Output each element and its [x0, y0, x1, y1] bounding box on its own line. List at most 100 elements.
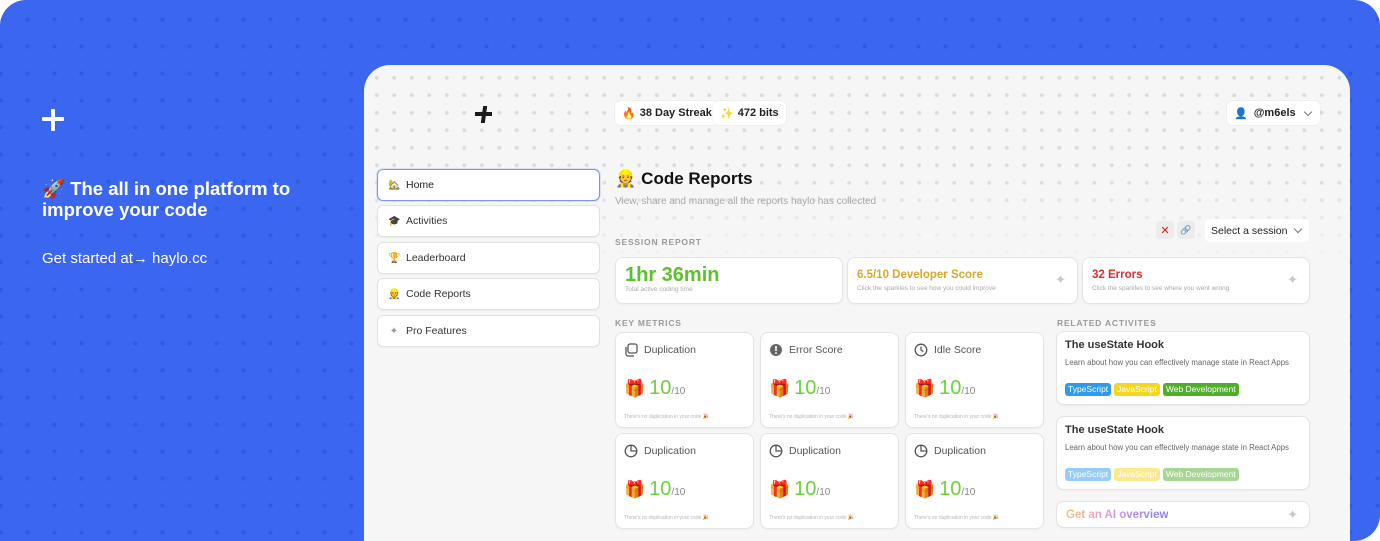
metric-label: Duplication: [644, 344, 696, 356]
tag-web-development[interactable]: Web Development: [1162, 468, 1239, 481]
tag-javascript[interactable]: JavaScript: [1114, 383, 1160, 396]
metric-card[interactable]: Error Score 🎁 10/10 There's no duplicatio…: [760, 332, 899, 428]
sidebar-item-home[interactable]: 🏡 Home: [377, 169, 600, 201]
stat-card-errors: 32 Errors Click the sparkles to see wher…: [1082, 257, 1310, 304]
metric-note: There's no duplication in your code 🎉: [914, 515, 1000, 521]
metric-card[interactable]: Duplication 🎁 10/10 There's no duplicatio…: [615, 332, 754, 428]
promo-background: 🚀 The all in one platform to improve you…: [0, 0, 1380, 541]
metric-score: 10: [939, 377, 962, 399]
metric-note: There's no duplication in your code 🎉: [624, 414, 710, 420]
metric-card[interactable]: Duplication 🎁 10/10 There's no duplicatio…: [905, 433, 1044, 529]
metric-note: There's no duplication in your code 🎉: [624, 515, 710, 521]
sidebar-item-label: Activities: [406, 215, 448, 227]
metric-max: /10: [816, 386, 831, 397]
gift-icon: 🎁: [624, 480, 646, 499]
pie-chart-icon: [914, 444, 928, 458]
metric-label: Error Score: [789, 344, 843, 356]
sidebar-item-label: Leaderboard: [406, 252, 466, 264]
link-icon[interactable]: 🔗: [1177, 221, 1195, 239]
session-select[interactable]: Select a session: [1205, 219, 1309, 242]
sparkles-icon: ✦: [1287, 507, 1298, 522]
fire-icon: 🔥: [622, 107, 636, 120]
streak-badge[interactable]: 🔥 38 Day Streak: [615, 101, 719, 125]
activity-description: Learn about how you can effectively mana…: [1065, 443, 1289, 452]
app-window: 🔥 38 Day Streak ✨ 472 bits 👤 @m6els 🏡 Ho…: [364, 65, 1350, 541]
promo-headline: 🚀 The all in one platform to improve you…: [42, 178, 342, 220]
worker-icon: 👷: [615, 169, 637, 188]
metric-score: 10: [649, 377, 672, 399]
sidebar-item-leaderboard[interactable]: 🏆 Leaderboard: [377, 242, 600, 274]
close-icon[interactable]: ✕: [1156, 221, 1174, 239]
gift-icon: 🎁: [624, 379, 646, 398]
section-label-related: RELATED ACTIVITES: [1057, 318, 1157, 328]
activity-card[interactable]: The useState Hook Learn about how you ca…: [1056, 416, 1310, 490]
sparkles-icon[interactable]: ✦: [1055, 272, 1066, 288]
gift-icon: 🎁: [914, 379, 936, 398]
trophy-icon: 🏆: [388, 252, 401, 264]
metric-note: There's no duplication in your code 🎉: [914, 414, 1000, 420]
stat-caption: Click the sparkles to see how you could …: [857, 285, 996, 292]
sidebar-item-activities[interactable]: 🎓 Activities: [377, 205, 600, 237]
metric-label: Idle Score: [934, 344, 982, 356]
plus-logo-icon: [42, 109, 64, 131]
user-handle: @m6els: [1253, 107, 1296, 119]
gift-icon: 🎁: [914, 480, 936, 499]
graduation-cap-icon: 🎓: [388, 215, 401, 227]
copy-icon: [624, 343, 638, 357]
ai-overview-label: Get an AI overview: [1066, 509, 1169, 521]
stat-value: 32 Errors: [1092, 269, 1143, 281]
house-icon: 🏡: [388, 179, 401, 191]
ai-overview-button[interactable]: Get an AI overview ✦: [1056, 501, 1310, 528]
metric-score: 10: [794, 478, 817, 500]
metric-score: 10: [649, 478, 672, 500]
promo-title-text: The all in one platform to improve your …: [42, 178, 291, 220]
streak-label: 38 Day Streak: [639, 107, 712, 119]
bits-badge[interactable]: ✨ 472 bits: [713, 101, 786, 125]
metric-label: Duplication: [789, 445, 841, 457]
sidebar-item-label: Home: [406, 179, 435, 191]
stat-caption: Click the sparkles to see where you went…: [1092, 285, 1230, 292]
worker-icon: 👷: [388, 288, 401, 300]
bits-label: 472 bits: [737, 107, 779, 119]
metric-label: Duplication: [644, 445, 696, 457]
tag-typescript[interactable]: TypeScript: [1065, 468, 1112, 481]
metric-max: /10: [671, 487, 686, 498]
plus-logo-icon[interactable]: [475, 106, 492, 123]
sparkles-icon[interactable]: ✦: [1287, 272, 1298, 288]
gift-icon: 🎁: [769, 480, 791, 499]
rocket-icon: 🚀: [42, 178, 66, 199]
sidebar-item-pro-features[interactable]: ✦ Pro Features: [377, 315, 600, 347]
user-menu-button[interactable]: 👤 @m6els: [1227, 101, 1320, 125]
sidebar-item-label: Code Reports: [406, 288, 471, 300]
user-icon: 👤: [1234, 107, 1248, 120]
tag-web-development[interactable]: Web Development: [1162, 383, 1239, 396]
stat-card-developer-score: 6.5/10 Developer Score Click the sparkle…: [847, 257, 1078, 304]
sidebar-item-label: Pro Features: [406, 325, 467, 337]
tag-typescript[interactable]: TypeScript: [1065, 383, 1112, 396]
metric-score: 10: [939, 478, 962, 500]
activity-card[interactable]: The useState Hook Learn about how you ca…: [1056, 331, 1310, 405]
stat-caption: Total active coding time: [625, 286, 693, 293]
metric-card[interactable]: Idle Score 🎁 10/10 There's no duplication…: [905, 332, 1044, 428]
stat-card-coding-time: 1hr 36min Total active coding time: [615, 257, 843, 304]
pie-chart-icon: [769, 444, 783, 458]
activity-title: The useState Hook: [1065, 339, 1165, 351]
stat-value: 6.5/10 Developer Score: [857, 269, 983, 281]
session-select-value: Select a session: [1211, 224, 1288, 237]
chevron-down-icon: [1303, 107, 1312, 116]
tag-javascript[interactable]: JavaScript: [1114, 468, 1160, 481]
clock-icon: [914, 343, 928, 357]
metric-max: /10: [816, 487, 831, 498]
sidebar-item-code-reports[interactable]: 👷 Code Reports: [377, 278, 600, 310]
page-title: 👷 Code Reports: [615, 169, 753, 189]
metric-card[interactable]: Duplication 🎁 10/10 There's no duplicatio…: [760, 433, 899, 529]
activity-description: Learn about how you can effectively mana…: [1065, 358, 1289, 367]
metric-card[interactable]: Duplication 🎁 10/10 There's no duplicatio…: [615, 433, 754, 529]
promo-cta[interactable]: Get started at→ haylo.cc: [42, 250, 207, 267]
metric-note: There's no duplication in your code 🎉: [769, 414, 855, 420]
metric-max: /10: [961, 487, 976, 498]
gift-icon: 🎁: [769, 379, 791, 398]
sparkles-icon: ✦: [389, 325, 399, 337]
section-label-session: SESSION REPORT: [615, 237, 702, 247]
activity-title: The useState Hook: [1065, 424, 1165, 436]
